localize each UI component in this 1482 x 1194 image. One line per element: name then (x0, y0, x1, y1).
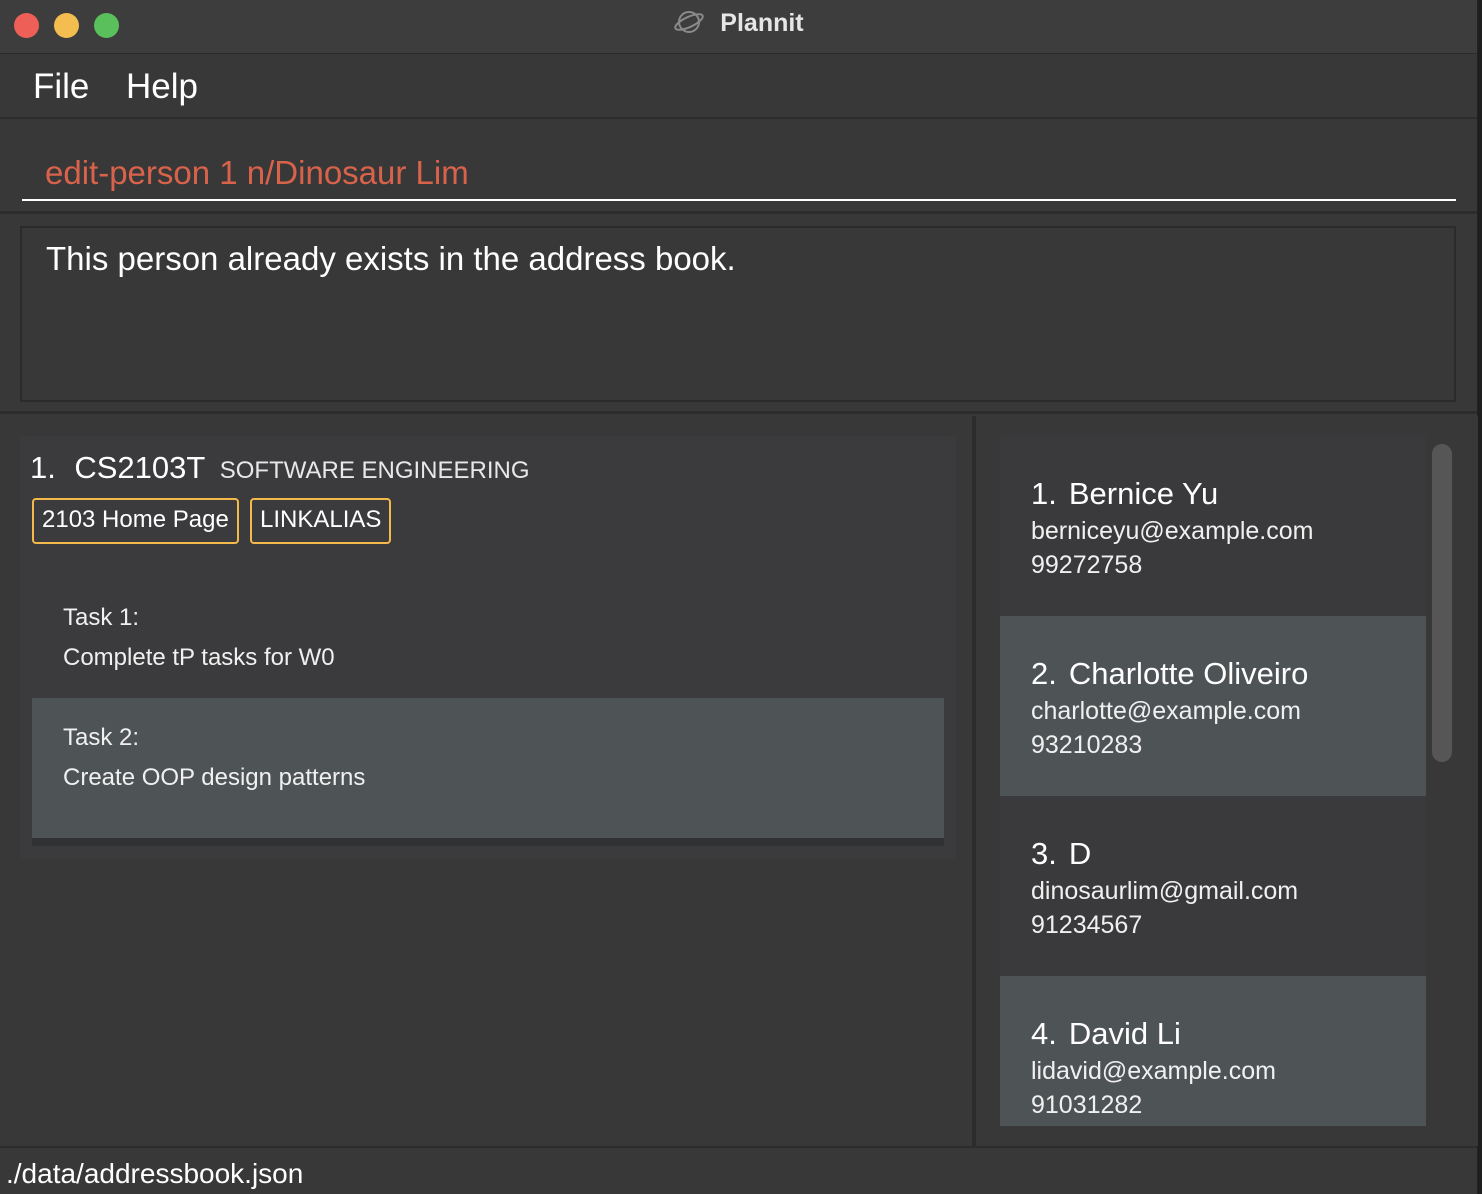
person-phone: 91234567 (1031, 911, 1143, 939)
module-index: 1. (30, 450, 56, 485)
window-title-group: Plannit (0, 8, 1477, 38)
person-index: 1. (1031, 476, 1057, 511)
command-input[interactable] (22, 143, 1456, 201)
module-code: CS2103T (74, 450, 206, 485)
person-phone: 91031282 (1031, 1091, 1143, 1119)
module-link-tag[interactable]: 2103 Home Page (32, 498, 239, 544)
person-card[interactable]: 3. D dinosaurlim@gmail.com 91234567 (1000, 796, 1426, 976)
person-email: charlotte@example.com (1031, 697, 1301, 725)
task-label: Task 1: (63, 604, 140, 631)
module-list-panel: 1. CS2103T SOFTWARE ENGINEERING 2103 Hom… (0, 416, 976, 1146)
person-email: dinosaurlim@gmail.com (1031, 877, 1299, 905)
menu-help[interactable]: Help (126, 67, 198, 107)
person-name: David Li (1068, 1016, 1181, 1051)
person-card[interactable]: 4. David Li lidavid@example.com 91031282 (1000, 976, 1426, 1126)
task-item[interactable]: Task 1: Complete tP tasks for W0 (32, 578, 944, 718)
task-label: Task 2: (63, 724, 140, 751)
person-name-row: 3. D (1031, 836, 1395, 872)
person-card[interactable]: 1. Bernice Yu berniceyu@example.com 99272… (1000, 436, 1426, 616)
person-name: Charlotte Oliveiro (1068, 656, 1309, 691)
person-name: Bernice Yu (1068, 476, 1219, 511)
person-phone: 99272758 (1031, 551, 1143, 579)
module-link-tag[interactable]: LINKALIAS (250, 498, 392, 544)
person-list-scrollbar-thumb[interactable] (1432, 444, 1452, 762)
module-header: 1. CS2103T SOFTWARE ENGINEERING (30, 450, 530, 486)
menu-bar: File Help (0, 55, 1477, 119)
task-list-bottom (32, 838, 944, 846)
module-name: SOFTWARE ENGINEERING (219, 457, 530, 484)
person-phone: 93210283 (1031, 731, 1143, 759)
person-email: berniceyu@example.com (1031, 517, 1314, 545)
status-bar: ./data/addressbook.json (0, 1146, 1477, 1194)
result-display: This person already exists in the addres… (20, 226, 1456, 402)
result-display-area: This person already exists in the addres… (0, 216, 1477, 414)
person-email: lidavid@example.com (1031, 1057, 1276, 1085)
person-name-row: 1. Bernice Yu (1031, 476, 1395, 512)
person-card[interactable]: 2. Charlotte Oliveiro charlotte@example.c… (1000, 616, 1426, 796)
window-title: Plannit (720, 9, 804, 37)
task-description: Complete tP tasks for W0 (63, 644, 335, 671)
person-index: 2. (1031, 656, 1057, 691)
person-index: 3. (1031, 836, 1057, 871)
menu-file[interactable]: File (33, 67, 89, 107)
command-box (0, 121, 1477, 214)
app-window: Plannit File Help This person already ex… (0, 0, 1478, 1194)
task-description: Create OOP design patterns (63, 764, 366, 791)
title-bar: Plannit (0, 0, 1477, 54)
person-name: D (1068, 836, 1092, 871)
task-item[interactable]: Task 2: Create OOP design patterns (32, 698, 944, 838)
save-file-path: ./data/addressbook.json (6, 1158, 304, 1189)
module-card[interactable]: 1. CS2103T SOFTWARE ENGINEERING 2103 Hom… (20, 436, 956, 858)
planet-icon (674, 11, 705, 33)
person-list-panel: 1. Bernice Yu berniceyu@example.com 99272… (980, 416, 1478, 1146)
person-name-row: 4. David Li (1031, 1016, 1395, 1052)
person-name-row: 2. Charlotte Oliveiro (1031, 656, 1395, 692)
person-index: 4. (1031, 1016, 1057, 1051)
